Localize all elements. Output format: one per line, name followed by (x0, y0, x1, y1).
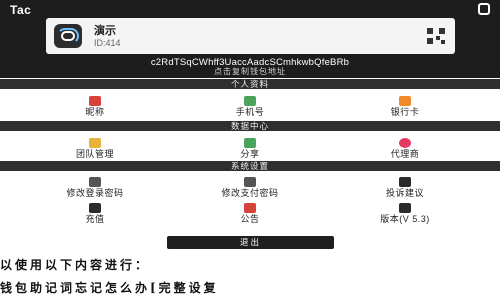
feedback-icon (399, 177, 411, 187)
qr-code-icon[interactable] (427, 28, 445, 44)
section-header-data-center: 数据中心 (0, 121, 500, 131)
menu-item-change-login-password[interactable]: 修改登录密码 (40, 177, 150, 199)
section-header-personal: 个人资料 (0, 79, 500, 89)
card-icon (399, 96, 411, 106)
logout-button[interactable]: 退出 (167, 236, 334, 249)
share-icon (244, 138, 256, 148)
menu-item-agent[interactable]: 代理商 (350, 138, 460, 160)
menu-item-version[interactable]: 版本(V 5.3) (350, 203, 460, 225)
avatar (54, 24, 82, 48)
section-header-settings: 系统设置 (0, 161, 500, 171)
menu-item-announcement[interactable]: 公告 (195, 203, 305, 225)
wallet-icon (89, 203, 101, 213)
copy-address-hint[interactable]: 点击复制钱包地址 (0, 66, 500, 77)
menu-label: 版本(V 5.3) (380, 214, 430, 224)
menu-label: 银行卡 (390, 107, 420, 117)
menu-label: 团队管理 (75, 149, 114, 159)
lock-icon (89, 177, 101, 187)
id-card-icon (89, 96, 101, 106)
menu-item-share[interactable]: 分享 (195, 138, 305, 160)
scan-icon[interactable] (478, 3, 490, 15)
menu-item-nickname[interactable]: 昵称 (40, 96, 150, 118)
menu-label: 公告 (240, 214, 260, 224)
menu-label: 昵称 (85, 107, 105, 117)
menu-item-bank-card[interactable]: 银行卡 (350, 96, 460, 118)
menu-item-change-pay-password[interactable]: 修改支付密码 (195, 177, 305, 199)
menu-item-recharge[interactable]: 充值 (40, 203, 150, 225)
menu-label: 代理商 (390, 149, 420, 159)
brand-label: Tac (10, 3, 32, 17)
profile-card[interactable]: 演示 ID:414 (46, 18, 455, 54)
top-bar: Tac 演示 ID:414 c2RdTSqCWhff3UaccAadcSCmhk… (0, 0, 500, 78)
upload-icon (399, 203, 411, 213)
footer-text-line-1: 以使用以下内容进行： (0, 258, 151, 272)
menu-label: 充值 (85, 214, 105, 224)
lock-icon (244, 177, 256, 187)
phone-icon (244, 96, 256, 106)
user-name: 演示 (94, 25, 116, 37)
menu-item-phone[interactable]: 手机号 (195, 96, 305, 118)
crown-icon (89, 138, 101, 148)
user-id: ID:414 (94, 38, 121, 48)
menu-item-team-management[interactable]: 团队管理 (40, 138, 150, 160)
bell-icon (244, 203, 256, 213)
menu-item-feedback[interactable]: 投诉建议 (350, 177, 460, 199)
heart-icon (399, 138, 411, 148)
menu-label: 投诉建议 (385, 188, 424, 198)
menu-label: 手机号 (235, 107, 265, 117)
menu-label: 分享 (240, 149, 260, 159)
footer-text-line-2: 钱包助记词忘记怎么办[完整设复 (0, 281, 219, 295)
menu-label: 修改登录密码 (66, 188, 124, 198)
menu-label: 修改支付密码 (221, 188, 279, 198)
